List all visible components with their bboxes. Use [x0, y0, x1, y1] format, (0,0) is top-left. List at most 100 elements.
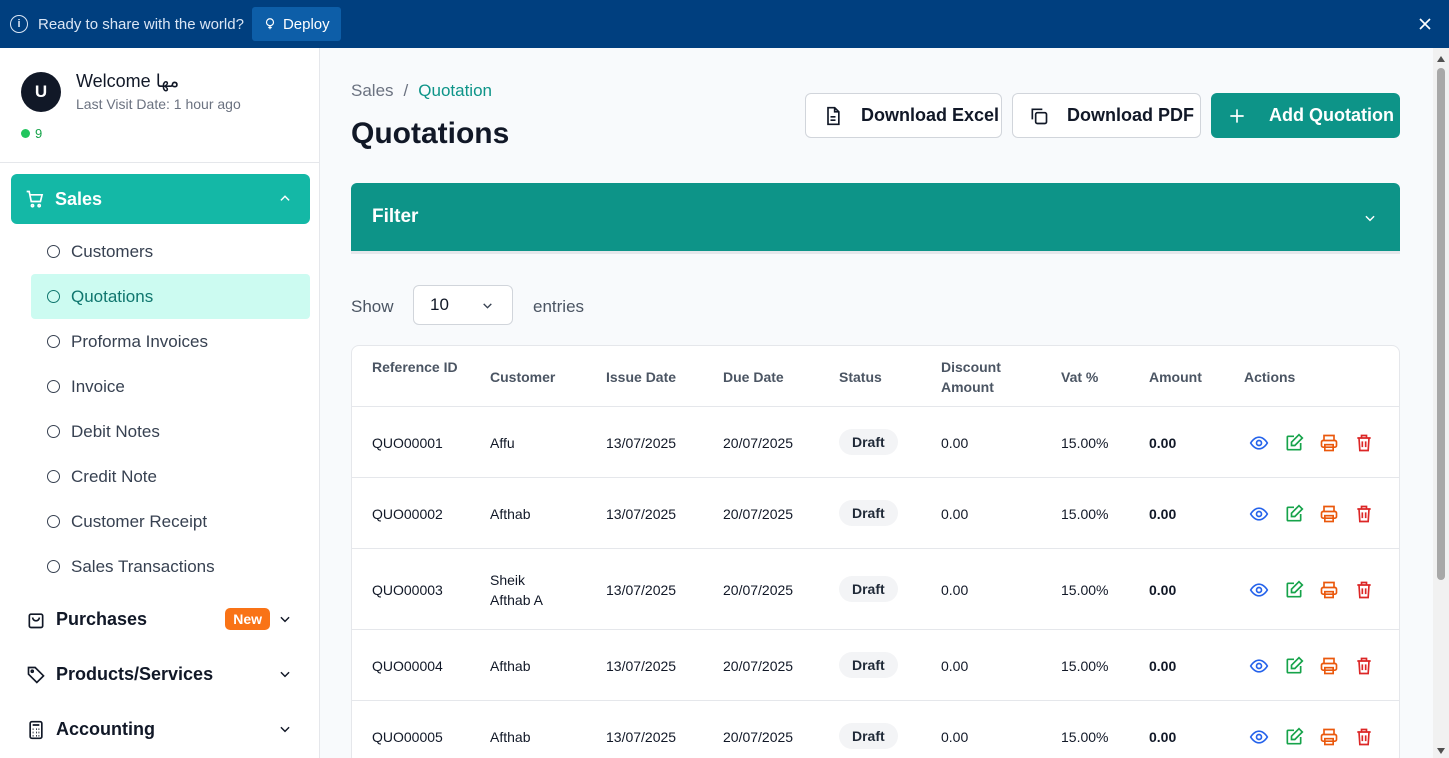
printer-icon[interactable]: [1319, 656, 1339, 676]
sidebar-item-customer-receipt[interactable]: Customer Receipt: [31, 499, 310, 544]
add-quotation-label: Add Quotation: [1269, 105, 1394, 125]
trash-icon[interactable]: [1354, 504, 1374, 524]
trash-icon[interactable]: [1354, 433, 1374, 453]
column-header[interactable]: Amount: [1149, 367, 1202, 387]
download-excel-label: Download Excel: [861, 105, 1000, 125]
printer-icon[interactable]: [1319, 580, 1339, 600]
breadcrumb-current[interactable]: Quotation: [418, 81, 492, 101]
column-header: Actions: [1244, 369, 1296, 385]
deploy-button[interactable]: Deploy: [251, 7, 341, 41]
chevron-down-icon: [1365, 215, 1375, 222]
column-header[interactable]: Due Date: [723, 367, 784, 387]
entries-value: 10: [430, 295, 449, 314]
column-header[interactable]: Customer: [490, 367, 555, 387]
eye-icon[interactable]: [1249, 727, 1269, 747]
download-pdf-button[interactable]: Download PDF: [1012, 93, 1201, 138]
cell-amount: 0.00: [1149, 434, 1177, 451]
trash-icon[interactable]: [1354, 656, 1374, 676]
cell-issue-date: 13/07/2025: [606, 505, 677, 522]
sidebar-item-quotations[interactable]: Quotations: [31, 274, 310, 319]
scrollbar[interactable]: [1433, 48, 1449, 758]
cell-vat: 15.00%: [1061, 657, 1109, 674]
eye-icon[interactable]: [1249, 504, 1269, 524]
entries-select[interactable]: 10: [413, 285, 513, 325]
new-badge: New: [225, 608, 270, 630]
printer-icon[interactable]: [1319, 727, 1339, 747]
status-badge: Draft: [839, 575, 898, 602]
plus-icon: [1230, 108, 1244, 123]
close-icon[interactable]: [1415, 14, 1435, 34]
column-header[interactable]: Status: [839, 367, 882, 387]
scroll-down-icon[interactable]: [1437, 748, 1445, 754]
cell-issue-date: 13/07/2025: [606, 434, 677, 451]
banner-text: Ready to share with the world?: [38, 15, 244, 33]
cell-due-date: 20/07/2025: [723, 728, 794, 745]
cell-discount-amount: 0.00: [941, 434, 969, 451]
add-quotation-button[interactable]: Add Quotation: [1211, 93, 1400, 138]
status-badge: Draft: [839, 651, 898, 678]
printer-icon[interactable]: [1319, 504, 1339, 524]
cell-discount-amount: 0.00: [941, 505, 969, 522]
circle-icon: [47, 245, 60, 258]
sidebar-item-debit-notes[interactable]: Debit Notes: [31, 409, 310, 454]
cell-vat: 15.00%: [1061, 728, 1109, 745]
sidebar-item-label: Quotations: [71, 286, 154, 306]
sidebar-item-sales[interactable]: Sales: [11, 174, 310, 224]
online-dot-icon: [21, 129, 30, 138]
scroll-up-icon[interactable]: [1437, 56, 1445, 62]
sidebar-item-accounting[interactable]: Accounting: [11, 707, 310, 752]
table-row: QUO00002 Afthab 13/07/2025 20/07/2025 0.00 15…: [352, 478, 1399, 549]
printer-icon[interactable]: [1319, 433, 1339, 453]
cell-reference-id: QUO00002: [372, 505, 443, 522]
scroll-thumb[interactable]: [1437, 68, 1445, 580]
column-header[interactable]: Issue Date: [606, 367, 676, 387]
edit-icon[interactable]: [1284, 726, 1304, 747]
circle-icon: [47, 380, 60, 393]
filter-label: Filter: [372, 206, 419, 227]
column-header[interactable]: Discount Amount: [941, 357, 1021, 397]
cell-amount: 0.00: [1149, 728, 1177, 745]
sidebar-item-label: Invoice: [71, 376, 125, 396]
sidebar-item-customers[interactable]: Customers: [31, 229, 310, 274]
eye-icon[interactable]: [1249, 656, 1269, 676]
cell-reference-id: QUO00004: [372, 657, 443, 674]
column-header[interactable]: Reference ID: [372, 357, 462, 377]
sidebar-item-sales-transactions[interactable]: Sales Transactions: [31, 544, 310, 589]
quotations-table: Reference ID Customer Issue Date Due Dat…: [351, 345, 1400, 758]
trash-icon[interactable]: [1354, 727, 1374, 747]
avatar[interactable]: U: [21, 72, 61, 112]
table-row: QUO00001 Affu 13/07/2025 20/07/2025 0.00 15.0…: [352, 407, 1399, 478]
edit-icon[interactable]: [1284, 655, 1304, 676]
download-excel-button[interactable]: Download Excel: [805, 93, 1002, 138]
edit-icon[interactable]: [1284, 432, 1304, 453]
sidebar-item-label: Products/Services: [56, 664, 214, 684]
edit-icon[interactable]: [1284, 579, 1304, 600]
edit-icon[interactable]: [1284, 503, 1304, 524]
trash-icon[interactable]: [1354, 580, 1374, 600]
cell-vat: 15.00%: [1061, 505, 1109, 522]
filter-toggle[interactable]: Filter: [351, 183, 1400, 254]
chevron-down-icon: [483, 303, 492, 309]
sidebar-item-credit-note[interactable]: Credit Note: [31, 454, 310, 499]
status-badge: Draft: [839, 428, 898, 455]
eye-icon[interactable]: [1249, 433, 1269, 453]
cell-vat: 15.00%: [1061, 581, 1109, 598]
circle-icon: [47, 515, 60, 528]
column-header[interactable]: Vat %: [1061, 367, 1098, 387]
shopping-bag-icon: [28, 612, 44, 628]
copy-icon: [1031, 108, 1048, 124]
cell-due-date: 20/07/2025: [723, 581, 794, 598]
sidebar-item-products-services[interactable]: Products/Services: [11, 652, 310, 697]
cell-reference-id: QUO00003: [372, 581, 443, 598]
circle-icon: [47, 560, 60, 573]
chevron-down-icon: [280, 726, 290, 733]
breadcrumb-parent[interactable]: Sales: [351, 81, 394, 101]
cell-reference-id: QUO00001: [372, 434, 443, 451]
cell-customer: Afthab: [490, 728, 531, 745]
sidebar-item-proforma-invoices[interactable]: Proforma Invoices: [31, 319, 310, 364]
sidebar: U Welcome مها Last Visit Date: 1 hour ag…: [0, 48, 320, 758]
sidebar-item-purchases[interactable]: Purchases New: [11, 597, 310, 642]
eye-icon[interactable]: [1249, 580, 1269, 600]
sidebar-item-invoice[interactable]: Invoice: [31, 364, 310, 409]
circle-icon: [47, 470, 60, 483]
